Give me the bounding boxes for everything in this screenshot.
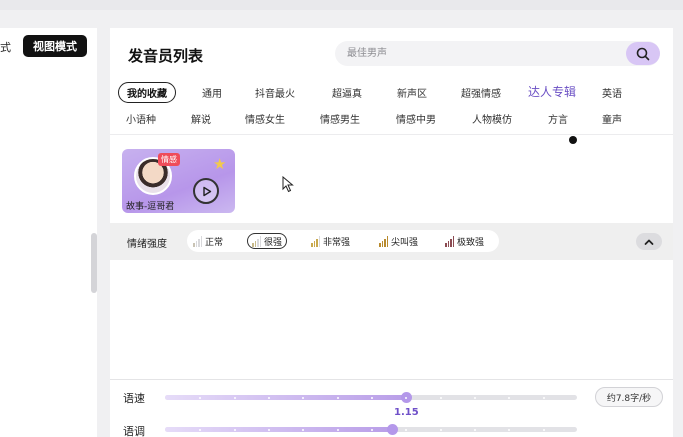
slider-tick	[440, 396, 442, 399]
slider-tick	[371, 428, 373, 431]
tag-emotional-middle-male[interactable]: 情感中男	[396, 111, 436, 126]
slider-tick	[440, 428, 442, 431]
tag-douyin-hot[interactable]: 抖音最火	[255, 85, 295, 100]
page-title: 发音员列表	[128, 47, 204, 65]
tone-label: 语调	[123, 425, 145, 437]
slider-tick	[199, 428, 201, 431]
tag-minor-languages[interactable]: 小语种	[126, 111, 156, 126]
slider-tick	[405, 396, 407, 399]
level-bars-icon	[193, 235, 202, 247]
tone-slider-thumb[interactable]	[387, 424, 398, 435]
speed-slider-fill	[165, 395, 406, 400]
tag-general[interactable]: 通用	[202, 85, 222, 100]
emotion-option-extreme[interactable]: 极致强	[445, 233, 484, 249]
mode-toggle-left-partial[interactable]: 式	[0, 39, 11, 55]
emotion-option-strong[interactable]: 很强	[247, 233, 288, 249]
slider-tick	[337, 396, 339, 399]
tag-child-voice[interactable]: 童声	[602, 111, 622, 126]
slider-tick	[302, 396, 304, 399]
slider-tick	[508, 396, 510, 399]
voice-card[interactable]: 情感 ★ 故事-逗哥君	[122, 149, 235, 213]
tag-character-imitation[interactable]: 人物模仿	[472, 111, 512, 126]
emotion-strength-label: 情绪强度	[127, 239, 167, 250]
tag-strong-emotion[interactable]: 超强情感	[461, 85, 501, 100]
slider-tick	[405, 428, 407, 431]
slider-tick	[474, 428, 476, 431]
slider-tick	[474, 396, 476, 399]
emotion-option-normal[interactable]: 正常	[193, 233, 223, 249]
slider-tick	[543, 428, 545, 431]
emotion-option-very-strong[interactable]: 非常强	[311, 233, 350, 249]
new-dot-icon	[569, 136, 577, 144]
tag-emotional-female[interactable]: 情感女生	[245, 111, 285, 126]
mouse-cursor-icon	[282, 176, 294, 193]
tag-english[interactable]: 英语	[602, 85, 622, 100]
slider-tick	[234, 396, 236, 399]
level-bars-icon	[445, 235, 454, 247]
search-input[interactable]	[347, 41, 607, 66]
emotion-option-scream[interactable]: 尖叫强	[379, 233, 418, 249]
speed-slider[interactable]	[165, 392, 577, 403]
slider-tick	[268, 428, 270, 431]
slider-tick	[508, 428, 510, 431]
divider	[110, 379, 673, 380]
speech-rate-chip: 约7.8字/秒	[595, 387, 663, 407]
voice-list-panel: 发音员列表 我的收藏 通用 抖音最火 超逼真 新声区 超强情感 达人专辑 英语 …	[110, 28, 673, 437]
speed-label: 语速	[123, 392, 145, 405]
tag-realistic[interactable]: 超逼真	[332, 85, 362, 100]
emotion-badge: 情感	[158, 153, 180, 166]
window-top-bar	[0, 0, 683, 10]
search-box	[335, 41, 660, 66]
speed-value: 1.15	[394, 407, 419, 418]
tag-favorites[interactable]: 我的收藏	[118, 82, 176, 103]
tag-commentary[interactable]: 解说	[191, 111, 211, 126]
emotion-options: 正常 很强 非常强 尖叫强 极致强	[187, 230, 499, 252]
slider-tick	[337, 428, 339, 431]
tag-dialect[interactable]: 方言	[548, 111, 568, 126]
collapse-button[interactable]	[636, 233, 662, 250]
left-scrollbar[interactable]	[91, 233, 97, 293]
tone-slider[interactable]	[165, 424, 577, 435]
slider-tick	[199, 396, 201, 399]
search-button[interactable]	[626, 42, 660, 65]
category-tags-row-2: 小语种 解说 情感女生 情感男生 情感中男 人物模仿 方言 童声	[110, 108, 673, 128]
tag-emotional-male[interactable]: 情感男生	[320, 111, 360, 126]
favorite-star-icon[interactable]: ★	[213, 155, 226, 173]
voice-name: 故事-逗哥君	[126, 202, 175, 212]
slider-tick	[234, 428, 236, 431]
play-icon	[202, 186, 211, 196]
search-icon	[636, 47, 650, 60]
tag-new-voices[interactable]: 新声区	[397, 85, 427, 100]
category-tags-row-1: 我的收藏 通用 抖音最火 超逼真 新声区 超强情感 达人专辑 英语	[110, 82, 673, 144]
level-bars-icon	[311, 235, 320, 247]
tag-expert-album[interactable]: 达人专辑	[528, 83, 576, 100]
level-bars-icon	[379, 235, 388, 247]
left-panel: 式 视图模式	[0, 28, 97, 437]
slider-tick	[543, 396, 545, 399]
chevron-up-icon	[644, 239, 654, 245]
slider-tick	[302, 428, 304, 431]
slider-tick	[268, 396, 270, 399]
level-bars-icon	[252, 235, 261, 247]
view-mode-button[interactable]: 视图模式	[23, 35, 87, 57]
play-button[interactable]	[193, 178, 219, 204]
slider-tick	[371, 396, 373, 399]
emotion-strength-bar: 情绪强度 正常 很强 非常强 尖叫强 极致强	[110, 223, 673, 260]
divider	[110, 134, 673, 135]
